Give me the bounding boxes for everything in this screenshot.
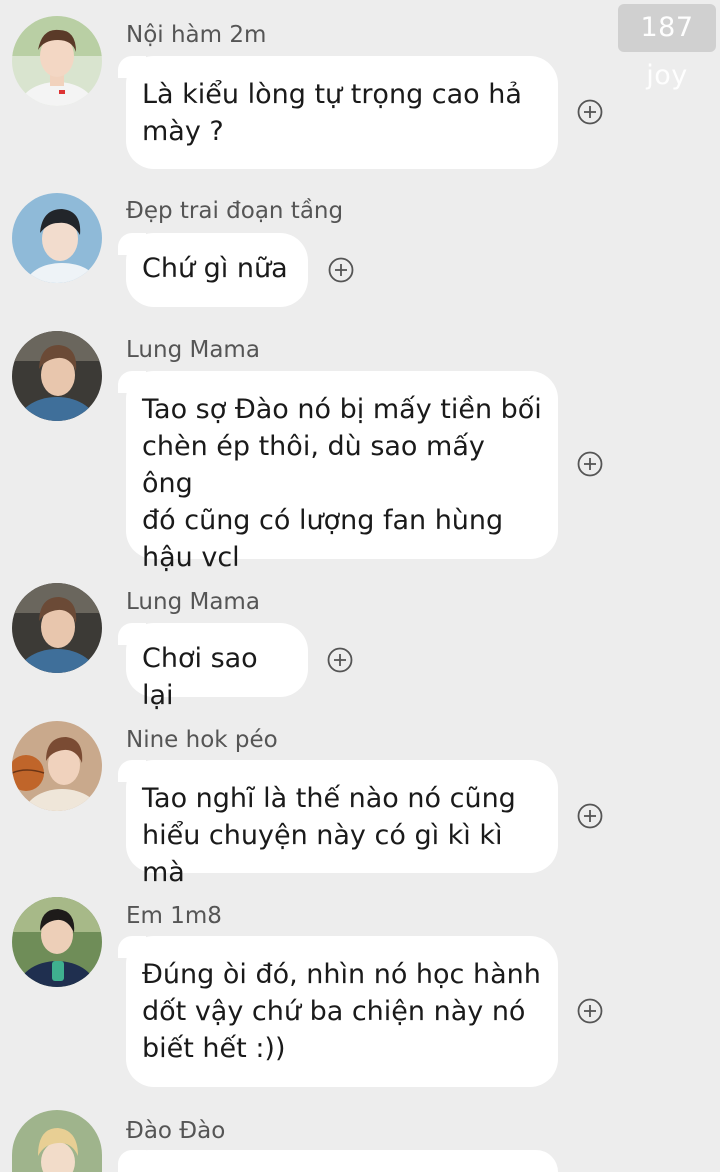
sender-name: Đào Đào bbox=[126, 1118, 226, 1144]
message-text: Chơi sao lại bbox=[142, 643, 258, 711]
avatar-image bbox=[12, 583, 102, 673]
sender-name: Lung Mama bbox=[126, 337, 260, 363]
message-bubble[interactable] bbox=[118, 1150, 558, 1172]
plus-circle-icon bbox=[577, 998, 603, 1024]
avatar[interactable] bbox=[12, 193, 102, 283]
plus-circle-icon bbox=[577, 99, 603, 125]
avatar[interactable] bbox=[12, 331, 102, 421]
bubble-tail bbox=[118, 1150, 146, 1172]
avatar-image bbox=[12, 897, 102, 987]
plus-circle-icon bbox=[327, 647, 353, 673]
add-reaction-button[interactable] bbox=[577, 451, 603, 477]
message-bubble[interactable]: Tao nghĩ là thế nào nó cũng hiểu chuyện … bbox=[118, 760, 558, 888]
sender-name: Nine hok péo bbox=[126, 727, 278, 753]
message-text: Tao nghĩ là thế nào nó cũng hiểu chuyện … bbox=[142, 783, 516, 888]
sender-name: Em 1m8 bbox=[126, 903, 222, 929]
message-bubble[interactable]: Chứ gì nữa bbox=[118, 233, 308, 307]
add-reaction-button[interactable] bbox=[327, 647, 353, 673]
message-text: Đúng òi đó, nhìn nó học hành dốt vậy chứ… bbox=[142, 959, 541, 1064]
bubble-tail bbox=[118, 371, 146, 393]
plus-circle-icon bbox=[328, 257, 354, 283]
message-bubble[interactable]: Tao sợ Đào nó bị mấy tiền bối chèn ép th… bbox=[118, 371, 558, 573]
bubble-tail bbox=[118, 936, 146, 958]
avatar-image bbox=[12, 331, 102, 421]
add-reaction-button[interactable] bbox=[577, 998, 603, 1024]
message-text: Là kiểu lòng tự trọng cao hả mày ? bbox=[142, 79, 522, 147]
message-bubble[interactable]: Là kiểu lòng tự trọng cao hả mày ? bbox=[118, 56, 558, 169]
avatar[interactable] bbox=[12, 1110, 102, 1172]
message-text: Chứ gì nữa bbox=[142, 253, 288, 284]
sender-name: Đẹp trai đoạn tầng bbox=[126, 198, 344, 224]
avatar-image bbox=[12, 16, 102, 106]
avatar-image bbox=[12, 193, 102, 283]
message-bubble[interactable]: Đúng òi đó, nhìn nó học hành dốt vậy chứ… bbox=[118, 936, 558, 1087]
message-text: Tao sợ Đào nó bị mấy tiền bối chèn ép th… bbox=[142, 394, 542, 573]
avatar-image bbox=[12, 721, 102, 811]
add-reaction-button[interactable] bbox=[577, 803, 603, 829]
sender-name: Lung Mama bbox=[126, 589, 260, 615]
avatar[interactable] bbox=[12, 583, 102, 673]
bubble-tail bbox=[118, 56, 146, 78]
message-bubble[interactable]: Chơi sao lại bbox=[118, 623, 308, 711]
bubble-tail bbox=[118, 760, 146, 782]
plus-circle-icon bbox=[577, 803, 603, 829]
sender-name: Nội hàm 2m bbox=[126, 22, 267, 48]
watermark: 187 joy bbox=[618, 4, 716, 91]
add-reaction-button[interactable] bbox=[577, 99, 603, 125]
avatar[interactable] bbox=[12, 16, 102, 106]
avatar[interactable] bbox=[12, 721, 102, 811]
avatar-image bbox=[12, 1110, 102, 1172]
add-reaction-button[interactable] bbox=[328, 257, 354, 283]
avatar[interactable] bbox=[12, 897, 102, 987]
plus-circle-icon bbox=[577, 451, 603, 477]
